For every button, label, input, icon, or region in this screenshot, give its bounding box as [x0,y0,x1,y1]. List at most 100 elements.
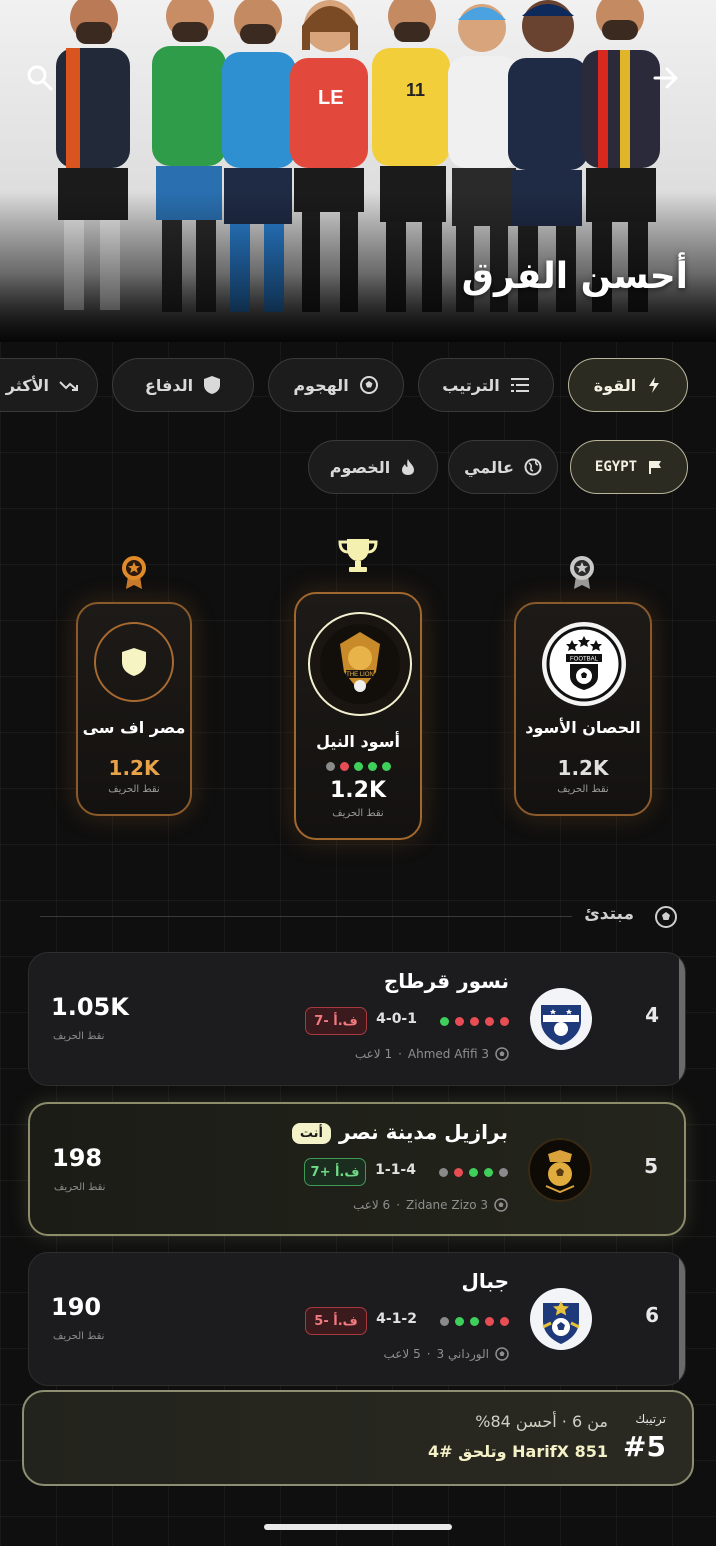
tab-egypt-label: EGYPT [594,459,638,475]
team-points: 190 [51,1293,102,1321]
tab-global[interactable]: عالمي [448,440,558,494]
form-dot [469,1168,478,1177]
team-players: 6 لاعب [352,1198,391,1212]
team-record: 1-1-4 [375,1162,416,1178]
my-rank-value: #5 [623,1430,666,1463]
meta-separator: · [398,1047,402,1061]
form-dot [455,1317,464,1326]
golden-ball-crest-icon [528,1138,592,1202]
row-edge [679,953,685,1085]
form-dot [353,762,363,771]
form-dot [485,1317,494,1326]
trend-icon [59,381,78,391]
silver-medal-icon [570,556,594,589]
ball-icon [655,906,677,928]
ball-icon [495,1047,509,1061]
tab-most[interactable]: الأكثر ت [0,358,98,412]
table-row[interactable]: 4 نسور قرطاج 4-0-1 ف.أ -7 Ahmed Afifi 3 … [28,952,686,1086]
row-rank: 4 [645,1003,659,1027]
page-title: أحسن الفرق [461,256,688,297]
team-players: 5 لاعب [383,1347,421,1361]
tab-most-label: الأكثر ت [0,375,49,395]
svg-text:LE: LE [318,87,344,109]
team-name: جبال [461,1269,509,1293]
form-dot [440,1317,449,1326]
search-button[interactable] [20,58,60,98]
section-label: مبتدئ [584,904,634,924]
team-points: 1.2K [329,778,387,803]
meta-separator: · [426,1347,431,1361]
ball-icon [494,1198,508,1212]
row-edge [679,1253,685,1385]
form-dots [440,1017,509,1026]
flag-icon [649,461,662,474]
section-header: مبتدئ [40,904,680,928]
form-dot [484,1168,493,1177]
table-row[interactable]: 6 جبال 4-1-2 ف.أ -5 الورداني 3 · 5 لاعب … [28,1252,686,1386]
points-label: نقط الحريف [53,1331,105,1342]
svg-text:THE LION: THE LION [346,672,374,678]
tab-global-label: عالمي [464,457,514,477]
star-crest-icon [530,1288,592,1350]
tab-power-label: القوة [593,375,637,395]
team-points: 1.2K [108,756,160,780]
team-logo: THE LION [308,612,412,716]
tab-defense[interactable]: الدفاع [112,358,254,412]
home-indicator[interactable] [264,1524,452,1530]
podium-card-first[interactable]: THE LION أسود النيل 1.2K نقط الحريف [294,592,422,840]
form-dot [440,1017,449,1026]
form-dots [439,1168,508,1177]
tab-power[interactable]: القوة [568,358,688,412]
bronze-medal-icon [122,556,146,589]
tab-rivals[interactable]: الخصوم [308,440,438,494]
tab-attack-label: الهجوم [293,375,349,395]
form-dot [381,762,391,771]
tab-attack[interactable]: الهجوم [268,358,404,412]
table-row-current-team[interactable]: 5 برازيل مدينة نصر أنت 1-1-4 ف.أ +7 Zidan… [28,1102,686,1236]
globe-icon [524,458,542,476]
form-dot [455,1017,464,1026]
points-label: نقط الحريف [332,808,384,819]
podium-card-second[interactable]: FOOTBAL الحصان الأسود 1.2K نقط الحريف [514,602,652,816]
you-badge: أنت [291,1123,331,1144]
team-meta: Zidane Zizo 3 · 6 لاعب [353,1198,508,1212]
points-label: نقط الحريف [53,1031,105,1042]
podium-card-third[interactable]: مصر اف سی 1.2K نقط الحريف [76,602,192,816]
football-crest-icon: FOOTBAL [546,626,622,702]
team-captain: Zidane Zizo 3 [406,1198,488,1212]
team-players: 1 لاعب [354,1047,393,1061]
tab-standings[interactable]: الترتيب [418,358,554,412]
team-meta: Ahmed Afifi 3 · 1 لاعب [355,1047,509,1061]
form-dot [499,1168,508,1177]
team-points: 1.2K [557,756,609,780]
svg-text:FOOTBAL: FOOTBAL [570,657,599,663]
team-points: 1.05K [51,993,129,1021]
team-name: الحصان الأسود [525,718,641,737]
points-label: نقط الحريف [108,784,160,795]
divider [40,916,572,917]
team-name: برازيل مدينة نصر أنت [291,1120,508,1144]
team-logo: FOOTBAL [542,622,626,706]
team-name: مصر اف سی [82,718,186,737]
my-rank-summary[interactable]: ترتيبك #5 من 6 · أحسن 84% 851 HarifX وتل… [22,1390,694,1486]
trophy-icon [338,539,378,572]
shield-icon [122,648,146,676]
form-dot [367,762,377,771]
tab-defense-label: الدفاع [144,375,194,395]
team-logo [94,622,174,702]
search-icon [27,65,53,91]
form-dot [500,1317,509,1326]
tab-standings-label: الترتيب [442,375,500,395]
tab-egypt[interactable]: EGYPT [570,440,688,494]
form-dot [500,1017,509,1026]
ball-icon [495,1347,509,1361]
form-dot [470,1317,479,1326]
shield-icon [204,376,221,394]
back-button[interactable] [646,58,686,98]
tab-rivals-label: الخصوم [329,457,391,477]
fire-icon [402,459,415,475]
goal-difference-badge: ف.أ -7 [305,1007,367,1035]
list-icon [510,378,529,392]
points-label: نقط الحريف [54,1182,106,1193]
bolt-icon [649,377,660,393]
